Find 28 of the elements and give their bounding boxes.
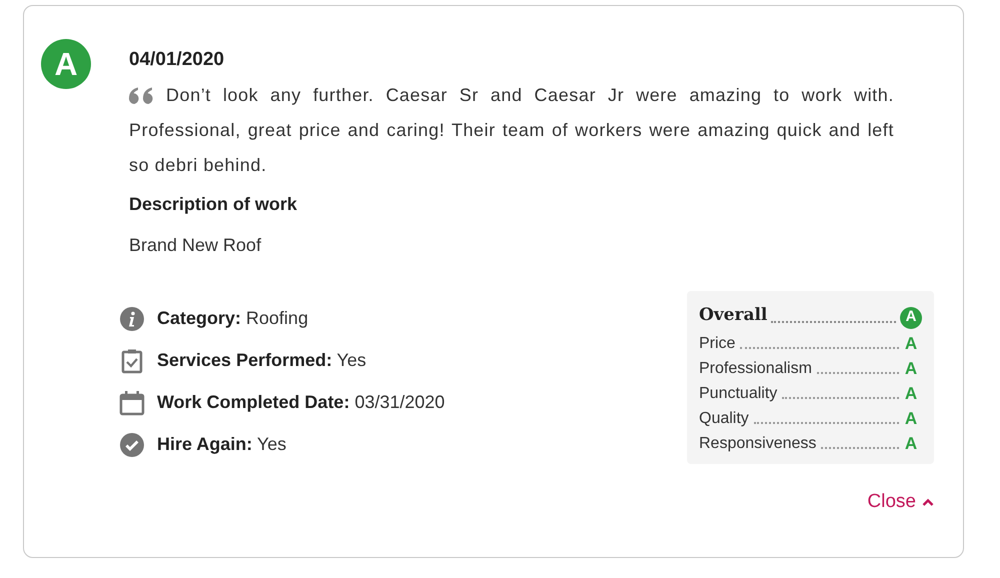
clipboard-check-icon bbox=[121, 348, 143, 374]
rating-label: Professionalism bbox=[699, 358, 812, 378]
calendar-icon bbox=[119, 390, 145, 416]
rating-label: Quality bbox=[699, 408, 749, 428]
grade-badge: A bbox=[41, 39, 91, 89]
detail-text: Hire Again: Yes bbox=[157, 433, 286, 456]
close-link[interactable]: Close bbox=[867, 488, 934, 516]
chevron-up-icon bbox=[922, 498, 934, 506]
rating-grade: A bbox=[904, 432, 918, 454]
detail-text: Work Completed Date: 03/31/2020 bbox=[157, 391, 445, 414]
rating-label: Responsiveness bbox=[699, 434, 816, 454]
rating-grade: A bbox=[904, 332, 918, 354]
detail-text: Services Performed: Yes bbox=[157, 349, 366, 372]
rating-grade: A bbox=[904, 358, 918, 378]
description-label: Description of work bbox=[129, 193, 298, 216]
overall-label: Overall bbox=[699, 304, 768, 327]
review-text: Don’t look any further. Caesar Sr and Caesar Jr were amazing to work with. bbox=[166, 84, 894, 107]
detail-text: Category: Roofing bbox=[157, 307, 308, 330]
review-date: 04/01/2020 bbox=[129, 48, 226, 72]
rating-label: Punctuality bbox=[699, 384, 778, 404]
rating-label: Price bbox=[699, 334, 736, 354]
info-icon bbox=[120, 306, 144, 330]
review-text: Professional, great price and caring! Their team of workers were amazing quick and left so debri behind. bbox=[129, 119, 894, 177]
check-circle-icon bbox=[120, 432, 144, 456]
description-text: Brand New Roof bbox=[129, 234, 262, 257]
overall-grade-badge: A bbox=[900, 306, 922, 328]
rating-grade: A bbox=[904, 382, 918, 404]
rating-grade: A bbox=[904, 408, 918, 428]
